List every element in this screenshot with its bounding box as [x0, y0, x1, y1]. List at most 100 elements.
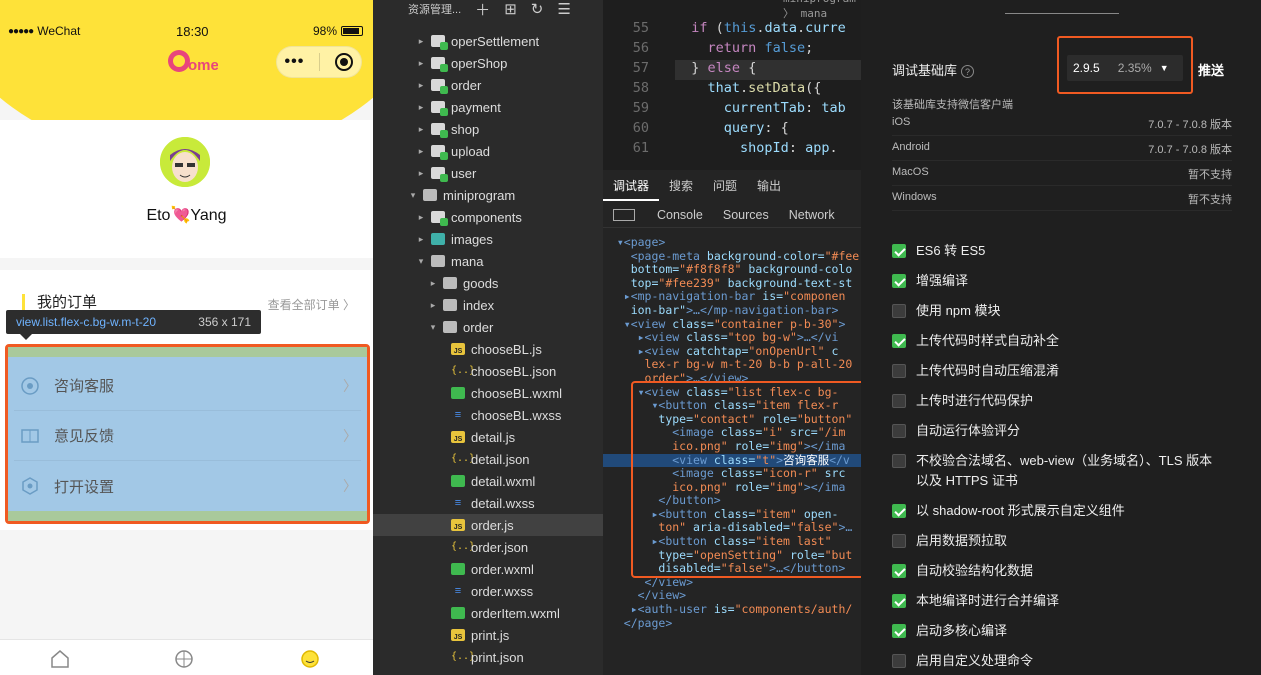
- tab-debugger[interactable]: 调试器: [603, 177, 660, 201]
- code-line[interactable]: if (this.data.curre: [675, 20, 846, 36]
- dom-node[interactable]: ▸<mp-navigation-bar is="componen: [603, 290, 861, 304]
- tree-item[interactable]: orderItem.wxml: [373, 602, 603, 624]
- view-all-orders-link[interactable]: 查看全部订单 〉: [268, 296, 355, 313]
- chevron-right-icon[interactable]: ▸: [415, 36, 427, 47]
- tree-item[interactable]: JS chooseBL.js: [373, 338, 603, 360]
- setting-checkbox-row[interactable]: 启用自定义处理命令: [892, 651, 1216, 671]
- list-item-contact[interactable]: 咨询客服 〉: [14, 361, 361, 411]
- chevron-right-icon[interactable]: ▸: [415, 80, 427, 91]
- tab-output[interactable]: 输出: [747, 177, 791, 194]
- setting-checkbox-row[interactable]: 启用数据预拉取: [892, 531, 1216, 551]
- tree-item[interactable]: ▸ shop: [373, 118, 603, 140]
- home-icon[interactable]: [49, 648, 71, 670]
- code-line[interactable]: } else {: [675, 60, 756, 76]
- checkbox-unchecked[interactable]: [892, 424, 906, 438]
- dom-node[interactable]: ▸<view class="top bg-w">…</vi: [603, 331, 861, 345]
- checkbox-checked[interactable]: [892, 564, 906, 578]
- tree-item[interactable]: ▸ user: [373, 162, 603, 184]
- tab-console[interactable]: Console: [647, 208, 713, 222]
- checkbox-unchecked[interactable]: [892, 364, 906, 378]
- dom-node[interactable]: <page-meta background-color="#fee: [603, 250, 861, 264]
- code-line[interactable]: currentTab: tab: [675, 100, 846, 116]
- setting-checkbox-row[interactable]: 以 shadow-root 形式展示自定义组件: [892, 501, 1216, 521]
- tree-item[interactable]: ▸ operShop: [373, 52, 603, 74]
- checkbox-checked[interactable]: [892, 334, 906, 348]
- chevron-right-icon[interactable]: ▸: [415, 212, 427, 223]
- dom-node[interactable]: top="#fee239" background-text-st: [603, 277, 861, 291]
- push-button[interactable]: 推送: [1198, 60, 1224, 79]
- tree-item[interactable]: ▸ components: [373, 206, 603, 228]
- dom-node[interactable]: ▾<view class="container p-b-30">: [603, 318, 861, 332]
- tree-item[interactable]: ≡ detail.wxss: [373, 492, 603, 514]
- chevron-right-icon[interactable]: ▸: [415, 124, 427, 135]
- dom-node[interactable]: ▸<auth-user is="components/auth/: [603, 603, 861, 617]
- checkbox-checked[interactable]: [892, 594, 906, 608]
- chevron-right-icon[interactable]: ▸: [427, 300, 439, 311]
- tree-item[interactable]: JS print.js: [373, 624, 603, 646]
- refresh-icon[interactable]: ↻: [531, 0, 544, 18]
- checkbox-unchecked[interactable]: [892, 304, 906, 318]
- tree-item[interactable]: {..} order.json: [373, 536, 603, 558]
- dom-node[interactable]: ion-bar">…</mp-navigation-bar>: [603, 304, 861, 318]
- setting-checkbox-row[interactable]: ES6 转 ES5: [892, 241, 1216, 261]
- tab-sources[interactable]: Sources: [713, 208, 779, 222]
- checkbox-checked[interactable]: [892, 624, 906, 638]
- lib-version-select[interactable]: 2.9.5 2.35% ▼: [1067, 55, 1183, 81]
- tree-item[interactable]: ▸ goods: [373, 272, 603, 294]
- setting-checkbox-row[interactable]: 自动校验结构化数据: [892, 561, 1216, 581]
- code-line[interactable]: query: {: [675, 120, 789, 136]
- tree-item[interactable]: ▸ index: [373, 294, 603, 316]
- tree-item[interactable]: ▸ images: [373, 228, 603, 250]
- add-file-icon[interactable]: ＋: [475, 0, 490, 20]
- tree-item[interactable]: {..} chooseBL.json: [373, 360, 603, 382]
- tree-item[interactable]: ≡ chooseBL.wxss: [373, 404, 603, 426]
- setting-checkbox-row[interactable]: 上传代码时自动压缩混淆: [892, 361, 1216, 381]
- tree-item[interactable]: ▾ mana: [373, 250, 603, 272]
- tree-item[interactable]: {..} print.json: [373, 646, 603, 668]
- tree-item[interactable]: ▸ operSettlement: [373, 30, 603, 52]
- list-item-feedback[interactable]: 意见反馈 〉: [14, 411, 361, 461]
- checkbox-unchecked[interactable]: [892, 654, 906, 668]
- tree-item[interactable]: ▸ payment: [373, 96, 603, 118]
- tab-network[interactable]: Network: [779, 208, 845, 222]
- code-line[interactable]: that.setData({: [675, 80, 822, 96]
- tree-item[interactable]: ▾ order: [373, 316, 603, 338]
- menu-capsule[interactable]: •••: [276, 46, 362, 78]
- setting-checkbox-row[interactable]: 使用 npm 模块: [892, 301, 1216, 321]
- tree-item[interactable]: detail.wxml: [373, 470, 603, 492]
- list-item-settings[interactable]: 打开设置 〉: [14, 461, 361, 511]
- profile-icon[interactable]: [299, 648, 321, 670]
- chevron-right-icon[interactable]: ▸: [415, 234, 427, 245]
- chevron-right-icon[interactable]: ▸: [415, 146, 427, 157]
- chevron-right-icon[interactable]: ▸: [415, 58, 427, 69]
- code-line[interactable]: return false;: [675, 40, 814, 56]
- tree-item[interactable]: chooseBL.wxml: [373, 382, 603, 404]
- checkbox-checked[interactable]: [892, 274, 906, 288]
- setting-checkbox-row[interactable]: 上传代码时样式自动补全: [892, 331, 1216, 351]
- dom-node[interactable]: lex-r bg-w m-t-20 b-b p-all-20: [603, 358, 861, 372]
- code-line[interactable]: shopId: app.: [675, 140, 838, 156]
- close-mini-program-icon[interactable]: [335, 53, 354, 71]
- avatar[interactable]: [157, 134, 213, 190]
- tree-item[interactable]: JS order.js: [373, 514, 603, 536]
- tree-item[interactable]: ▸ upload: [373, 140, 603, 162]
- checkbox-unchecked[interactable]: [892, 394, 906, 408]
- dom-node[interactable]: </page>: [603, 617, 861, 631]
- chevron-down-icon[interactable]: ▾: [407, 190, 419, 201]
- setting-checkbox-row[interactable]: 增强编译: [892, 271, 1216, 291]
- setting-checkbox-row[interactable]: 本地编译时进行合并编译: [892, 591, 1216, 611]
- discover-icon[interactable]: [173, 648, 195, 670]
- checkbox-checked[interactable]: [892, 504, 906, 518]
- tab-search[interactable]: 搜索: [659, 177, 703, 194]
- dom-node[interactable]: bottom="#f8f8f8" background-colo: [603, 263, 861, 277]
- help-icon[interactable]: ?: [961, 65, 975, 78]
- dom-node[interactable]: </view>: [603, 589, 861, 603]
- tree-item[interactable]: order.wxml: [373, 558, 603, 580]
- more-icon[interactable]: •••: [285, 53, 305, 71]
- add-folder-icon[interactable]: ⊞: [504, 0, 517, 18]
- chevron-down-icon[interactable]: ▾: [415, 256, 427, 267]
- tree-item[interactable]: ≡ order.wxss: [373, 580, 603, 602]
- chevron-right-icon[interactable]: ▸: [415, 102, 427, 113]
- dom-node[interactable]: ▸<view catchtap="onOpenUrl" c: [603, 345, 861, 359]
- setting-checkbox-row[interactable]: 不校验合法域名、web-view（业务域名）、TLS 版本以及 HTTPS 证书: [892, 451, 1216, 491]
